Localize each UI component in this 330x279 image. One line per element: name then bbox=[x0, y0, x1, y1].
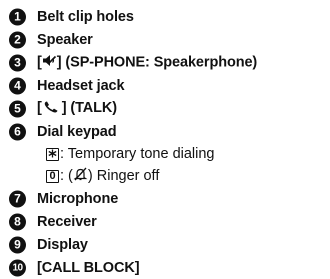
item-number-badge: 9 bbox=[9, 236, 26, 253]
item-label: Headset jack bbox=[37, 77, 125, 94]
dial-keypad-note: 0: ( ) Ringer off bbox=[9, 165, 325, 187]
zero-key-note-before: : ( bbox=[60, 168, 73, 184]
talk-handset-icon bbox=[42, 101, 62, 117]
item-number-badge: 7 bbox=[9, 190, 26, 207]
note-star-key: : Temporary tone dialing bbox=[46, 146, 215, 162]
ringer-off-icon bbox=[73, 167, 88, 185]
zero-key-icon: 0 bbox=[46, 169, 59, 183]
legend-item: 10 [CALL BLOCK] bbox=[9, 256, 325, 279]
item-label: Belt clip holes bbox=[37, 8, 134, 25]
item-number-badge: 1 bbox=[9, 8, 26, 25]
item-label: Microphone bbox=[37, 190, 119, 207]
parts-legend: 1 Belt clip holes 2 Speaker 3 [] (SP-PHO… bbox=[9, 5, 325, 279]
note-zero-key: 0: ( ) Ringer off bbox=[46, 167, 159, 185]
sp-phone-suffix: ] (SP-PHONE: Speakerphone) bbox=[56, 54, 258, 71]
legend-item: 4 Headset jack bbox=[9, 74, 325, 97]
legend-item: 7 Microphone bbox=[9, 187, 325, 210]
item-label: [CALL BLOCK] bbox=[37, 259, 140, 276]
legend-item: 2 Speaker bbox=[9, 28, 325, 51]
item-number-badge: 6 bbox=[9, 123, 26, 140]
talk-suffix: ] (TALK) bbox=[61, 100, 118, 117]
legend-item: 3 [] (SP-PHONE: Speakerphone) bbox=[9, 51, 325, 74]
item-label: Display bbox=[37, 236, 88, 253]
item-number-badge: 4 bbox=[9, 77, 26, 94]
legend-item: 5 [] (TALK) bbox=[9, 97, 325, 120]
item-number-badge: 8 bbox=[9, 213, 26, 230]
item-number-badge: 3 bbox=[9, 54, 26, 71]
legend-item: 6 Dial keypad bbox=[9, 120, 325, 143]
item-label-talk: [] (TALK) bbox=[37, 100, 117, 116]
zero-key-note-after: ) Ringer off bbox=[87, 168, 160, 184]
legend-item: 8 Receiver bbox=[9, 210, 325, 233]
speaker-phone-icon bbox=[42, 54, 57, 71]
star-key-icon bbox=[46, 147, 59, 161]
legend-item: 9 Display bbox=[9, 233, 325, 256]
item-number-badge: 10 bbox=[9, 259, 26, 276]
item-number-badge: 5 bbox=[9, 100, 26, 117]
dial-keypad-note: : Temporary tone dialing bbox=[9, 143, 325, 165]
item-label: Speaker bbox=[37, 31, 93, 48]
item-label: Receiver bbox=[37, 213, 97, 230]
item-label: Dial keypad bbox=[37, 123, 117, 140]
legend-item: 1 Belt clip holes bbox=[9, 5, 325, 28]
star-key-note-text: : Temporary tone dialing bbox=[60, 146, 215, 162]
item-number-badge: 2 bbox=[9, 31, 26, 48]
item-label-sp-phone: [] (SP-PHONE: Speakerphone) bbox=[37, 54, 257, 71]
